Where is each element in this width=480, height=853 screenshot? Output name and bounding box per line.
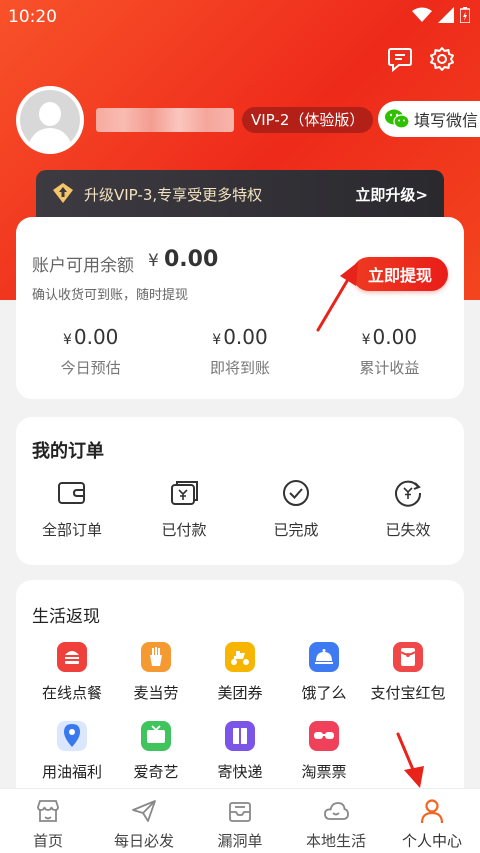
order-expired[interactable]: 已失效 [352, 479, 464, 540]
map-pin-icon [57, 721, 87, 751]
vip-upgrade-text: 升级VIP-3,专享受更多特权 [84, 186, 263, 204]
service-label: 在线点餐 [41, 684, 102, 702]
stat-value: 0.00 [372, 325, 418, 349]
service-taopiaopiao[interactable]: 淘票票 [282, 721, 366, 782]
order-paid[interactable]: 已付款 [128, 479, 240, 540]
signal-icon [438, 7, 454, 23]
annotation-arrow-icon [396, 732, 424, 788]
balance-amount: 0.00 [164, 247, 219, 272]
tab-label: 每日必发 [113, 832, 174, 850]
service-meituan-coupon[interactable]: 美团券 [198, 642, 282, 703]
service-label: 寄快递 [217, 763, 263, 781]
fries-icon [141, 642, 171, 672]
stat-label: 即将到账 [209, 359, 270, 377]
stat-value: 0.00 [223, 325, 268, 349]
service-online-order[interactable]: 在线点餐 [30, 642, 114, 703]
balance-card: 账户可用余额 ¥ 0.00 确认收货可到账，随时提现 立即提现 ¥0.00 今日… [16, 217, 464, 399]
withdraw-button[interactable]: 立即提现 [352, 257, 448, 291]
tv-icon [141, 721, 171, 751]
package-icon [225, 721, 255, 751]
stat-currency: ¥ [62, 332, 72, 348]
orders-card: 我的订单 全部订单 已付款 已完成 已失效 [16, 417, 464, 565]
service-label: 淘票票 [301, 763, 347, 781]
order-label: 全部订单 [41, 521, 102, 539]
message-icon[interactable] [385, 44, 415, 74]
avatar[interactable] [16, 86, 84, 154]
paper-plane-icon [132, 800, 156, 822]
stat-today-estimate: ¥0.00 今日预估 [16, 325, 165, 378]
balance-currency: ¥ [148, 251, 159, 271]
earnings-stats: ¥0.00 今日预估 ¥0.00 即将到账 ¥0.00 累计收益 [16, 325, 464, 378]
cloche-icon [309, 642, 339, 672]
balance-subtitle: 确认收货可到账，随时提现 [32, 288, 189, 303]
stat-currency: ¥ [212, 332, 222, 348]
order-all[interactable]: 全部订单 [16, 479, 128, 540]
service-eleme[interactable]: 饿了么 [282, 642, 366, 703]
order-label: 已失效 [385, 521, 431, 539]
balance-label: 账户可用余额 [32, 256, 134, 276]
status-bar: 10:20 [0, 0, 480, 34]
vip-upgrade-banner[interactable]: 升级VIP-3,专享受更多特权 立即升级> [36, 170, 444, 220]
life-cashback-title: 生活返现 [32, 607, 100, 627]
stat-label: 今日预估 [60, 359, 121, 377]
fill-wechat-label: 填写微信 [414, 111, 479, 130]
stat-currency: ¥ [361, 332, 371, 348]
service-label: 用油福利 [41, 763, 102, 781]
shop-icon [37, 800, 59, 822]
service-alipay-red-envelope[interactable]: 支付宝红包 [366, 642, 450, 703]
order-label: 已完成 [273, 521, 319, 539]
order-label: 已付款 [161, 521, 207, 539]
tray-icon [229, 802, 251, 822]
service-label: 饿了么 [301, 684, 347, 702]
bottom-tab-bar: 首页 每日必发 漏洞单 本地生活 个人中心 [0, 788, 480, 853]
tab-label: 首页 [32, 832, 63, 850]
tab-label: 个人中心 [401, 832, 462, 850]
fill-wechat-button[interactable]: 填写微信 [378, 101, 480, 137]
orders-title: 我的订单 [32, 441, 104, 462]
service-iqiyi[interactable]: 爱奇艺 [114, 721, 198, 782]
expired-icon [395, 480, 422, 507]
tab-loophole[interactable]: 漏洞单 [192, 789, 288, 853]
service-label: 支付宝红包 [370, 684, 446, 702]
tab-home[interactable]: 首页 [0, 789, 96, 853]
username-blurred [96, 108, 234, 132]
tab-label: 本地生活 [305, 832, 366, 850]
service-label: 爱奇艺 [133, 763, 179, 781]
tab-daily[interactable]: 每日必发 [96, 789, 192, 853]
cloud-icon [324, 802, 349, 820]
check-circle-icon [283, 480, 309, 506]
upgrade-now-link[interactable]: 立即升级> [355, 184, 428, 205]
paid-icon [171, 481, 198, 505]
service-label: 麦当劳 [133, 684, 179, 702]
order-completed[interactable]: 已完成 [240, 479, 352, 540]
wechat-icon [385, 109, 410, 129]
tab-profile[interactable]: 个人中心 [384, 789, 480, 853]
burger-icon [57, 642, 87, 672]
status-time: 10:20 [8, 7, 57, 27]
settings-gear-icon[interactable] [427, 44, 457, 74]
battery-icon [460, 7, 470, 23]
tab-local-life[interactable]: 本地生活 [288, 789, 384, 853]
stat-incoming: ¥0.00 即将到账 [165, 325, 314, 378]
scooter-icon [225, 642, 255, 672]
vip-level-badge: VIP-2（体验版） [242, 107, 374, 133]
wallet-icon [58, 482, 85, 504]
service-mcdonalds[interactable]: 麦当劳 [114, 642, 198, 703]
stat-value: 0.00 [73, 325, 119, 349]
tab-label: 漏洞单 [217, 832, 263, 850]
glasses-icon [309, 721, 339, 751]
service-express-delivery[interactable]: 寄快递 [198, 721, 282, 782]
red-envelope-icon [393, 642, 423, 672]
wifi-icon [412, 7, 432, 22]
annotation-arrow-icon [316, 262, 358, 332]
stat-label: 累计收益 [359, 359, 420, 377]
service-label: 美团券 [217, 684, 263, 702]
person-icon [420, 799, 444, 824]
service-fuel-benefits[interactable]: 用油福利 [30, 721, 114, 782]
vip-upgrade-icon [53, 183, 73, 203]
